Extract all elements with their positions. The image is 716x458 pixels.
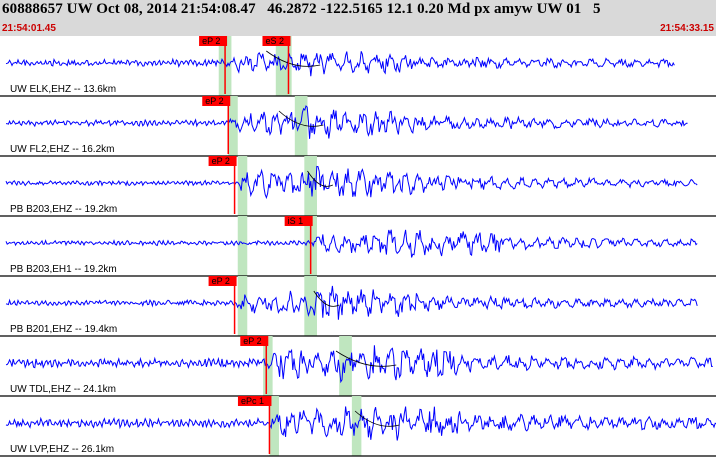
time-start-label: 21:54:01.45 bbox=[2, 23, 56, 34]
phase-window bbox=[237, 276, 248, 336]
trace-row[interactable]: iS 1 PB B203,EH1 -- 19.2km bbox=[0, 216, 716, 277]
trace-row[interactable]: eP 2 UW FL2,EHZ -- 16.2km bbox=[0, 96, 716, 157]
waveform bbox=[5, 285, 698, 320]
station-label: UW LVP,EHZ -- 26.1km bbox=[10, 444, 114, 455]
station-label: PB B201,EHZ -- 19.4km bbox=[10, 324, 117, 335]
station-label: PB B203,EH1 -- 19.2km bbox=[10, 264, 117, 275]
pick-label: eP 2 bbox=[243, 336, 261, 346]
station-label: UW TDL,EHZ -- 24.1km bbox=[10, 384, 116, 395]
waveform bbox=[5, 51, 675, 77]
pick-label: iS 1 bbox=[288, 216, 304, 226]
event-title: 60888657 UW Oct 08, 2014 21:54:08.47 46.… bbox=[2, 1, 601, 17]
pick-label: eP 2 bbox=[212, 276, 230, 286]
trace-row[interactable]: eP 2 PB B203,EHZ -- 19.2km bbox=[0, 156, 716, 217]
time-end-label: 21:54:33.15 bbox=[660, 23, 714, 34]
station-label: UW ELK,EHZ -- 13.6km bbox=[10, 84, 116, 95]
station-label: PB B203,EHZ -- 19.2km bbox=[10, 204, 117, 215]
pick-label: ePc 1 bbox=[241, 396, 264, 406]
station-label: UW FL2,EHZ -- 16.2km bbox=[10, 144, 114, 155]
waveform bbox=[5, 229, 698, 258]
waveform bbox=[5, 345, 713, 384]
waveform bbox=[5, 165, 698, 200]
phase-window bbox=[237, 216, 248, 276]
event-header: 60888657 UW Oct 08, 2014 21:54:08.47 46.… bbox=[0, 0, 716, 36]
waveform bbox=[5, 105, 688, 139]
pick-label: eS 2 bbox=[265, 36, 284, 46]
trace-row[interactable]: ePc 1 UW LVP,EHZ -- 26.1km bbox=[0, 396, 716, 457]
pick-label: eP 2 bbox=[212, 156, 230, 166]
trace-row[interactable]: eP 2 eS 2 UW ELK,EHZ -- 13.6km bbox=[0, 36, 716, 97]
pick-label: eP 2 bbox=[205, 96, 223, 106]
phase-window bbox=[237, 156, 248, 216]
waveform-panel[interactable]: eP 2 eS 2 UW ELK,EHZ -- 13.6km eP 2 UW FL2,E… bbox=[0, 36, 716, 458]
trace-row[interactable]: eP 2 UW TDL,EHZ -- 24.1km bbox=[0, 336, 716, 397]
trace-row[interactable]: eP 2 PB B201,EHZ -- 19.4km bbox=[0, 276, 716, 337]
seismogram-viewer: 60888657 UW Oct 08, 2014 21:54:08.47 46.… bbox=[0, 0, 716, 458]
pick-label: eP 2 bbox=[202, 36, 220, 46]
